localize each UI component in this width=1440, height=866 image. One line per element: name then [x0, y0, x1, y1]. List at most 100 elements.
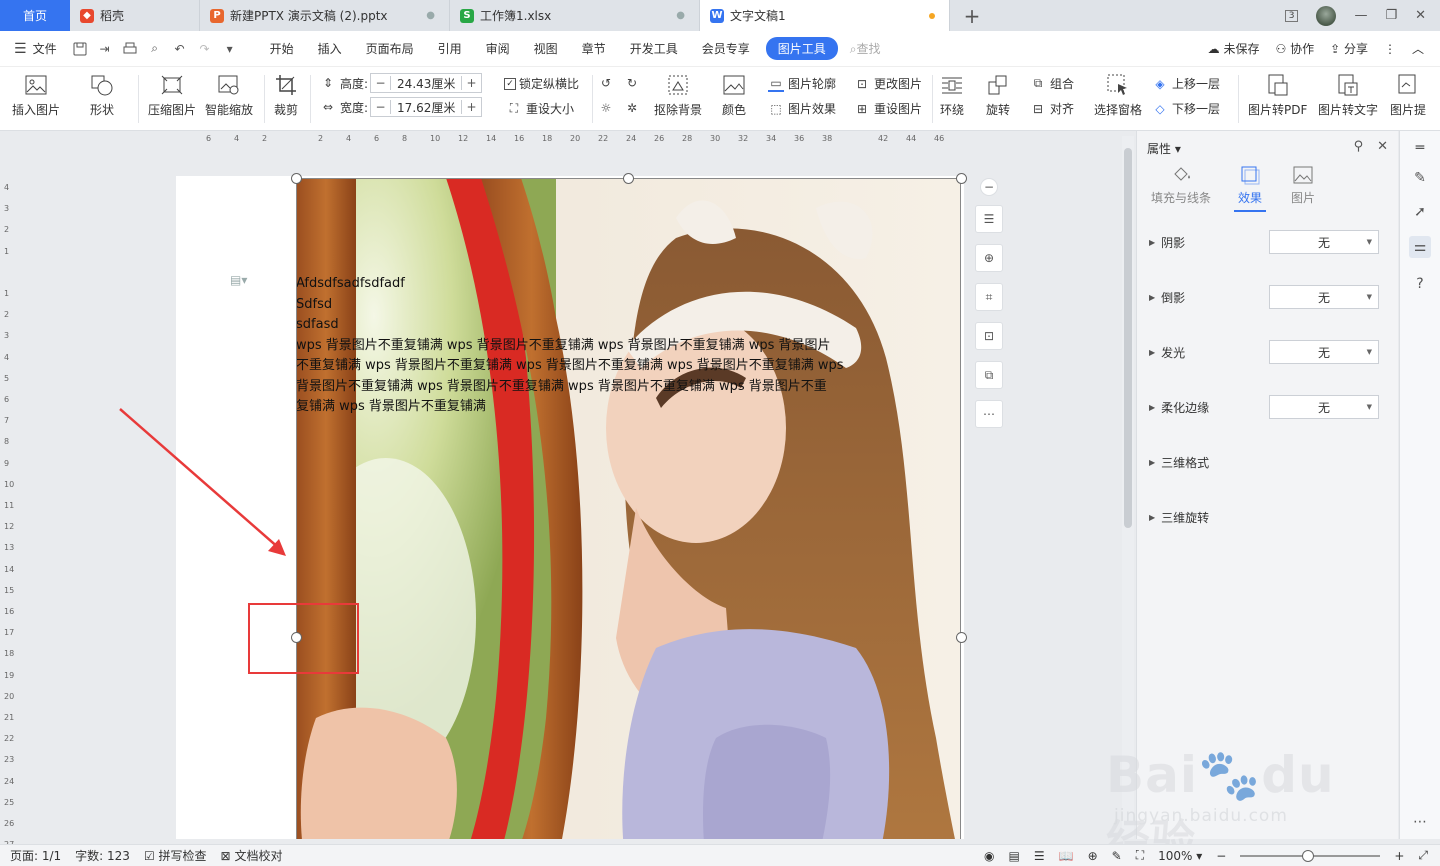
to-pdf-button[interactable]: 图片转PDF — [1248, 67, 1307, 118]
spell-check-button[interactable]: ☑ 拼写检查 — [144, 847, 207, 864]
close-panel-icon[interactable]: ✕ — [1377, 139, 1388, 154]
tab-close-dot-icon[interactable]: ● — [676, 10, 685, 21]
collapse-toolbar-icon[interactable]: − — [980, 178, 998, 196]
new-tab-button[interactable]: + — [950, 0, 994, 31]
prop-glow[interactable]: ▶ 发光 无 ▼ — [1149, 340, 1389, 364]
height-minus-button[interactable]: − — [371, 76, 392, 90]
height-plus-button[interactable]: + — [461, 76, 481, 90]
fit-page-icon[interactable]: ⛶ — [1136, 848, 1144, 863]
more-icon[interactable]: ⋮ — [1384, 42, 1396, 56]
width-plus-button[interactable]: + — [461, 100, 481, 114]
resize-handle-right[interactable] — [956, 632, 967, 643]
pin-icon[interactable]: ⚲ — [1354, 139, 1364, 154]
text-line[interactable]: wps 背景图片不重复铺满 wps 背景图片不重复铺满 wps 背景图片不重复铺… — [296, 336, 852, 357]
to-text-button[interactable]: 图片转文字 — [1318, 67, 1378, 118]
menu-developer[interactable]: 开发工具 — [618, 40, 690, 57]
bring-forward-button[interactable]: ◈ 上移一层 — [1152, 75, 1220, 92]
tab-home[interactable]: 首页 — [0, 0, 70, 31]
menu-file[interactable]: 文件 — [33, 40, 57, 57]
write-view-icon[interactable]: ✎ — [1112, 849, 1122, 863]
menu-member[interactable]: 会员专享 — [690, 40, 762, 57]
tab-xlsx[interactable]: S 工作簿1.xlsx ● — [450, 0, 700, 31]
insert-picture-button[interactable]: 插入图片 — [12, 67, 60, 118]
tab-daoke[interactable]: ◆ 稻壳 — [70, 0, 200, 31]
prop-select[interactable]: 无 ▼ — [1269, 285, 1379, 309]
picture-convert-icon[interactable]: ⧉ — [975, 361, 1003, 389]
prop-shadow[interactable]: ▶ 阴影 无 ▼ — [1149, 230, 1389, 254]
zoom-slider-knob[interactable] — [1302, 849, 1315, 862]
window-count-badge[interactable]: 3 — [1284, 9, 1299, 22]
minimize-icon[interactable]: — — [1354, 8, 1367, 23]
prop-reflection[interactable]: ▶ 倒影 无 ▼ — [1149, 285, 1389, 309]
more-options-icon[interactable]: ⋯ — [975, 400, 1003, 428]
resize-handle-top-right[interactable] — [956, 173, 967, 184]
text-line[interactable]: 复铺满 wps 背景图片不重复铺满 — [296, 397, 852, 418]
horizontal-ruler[interactable]: 6 4 2 2 4 6 8 10 12 14 16 18 20 22 24 26 28 30 32 34 36 38 42 4… — [176, 131, 1116, 149]
export-icon[interactable]: ⇥ — [96, 40, 114, 58]
collapse-ribbon-icon[interactable]: ︿ — [1412, 40, 1424, 57]
menu-start[interactable]: 开始 — [258, 40, 306, 57]
layout-options-icon[interactable]: ☰ — [975, 205, 1003, 233]
lock-ratio-checkbox[interactable]: ✓ 锁定纵横比 — [504, 75, 579, 92]
color-button[interactable]: 颜色 — [722, 67, 746, 118]
page-view-icon[interactable]: ▤ — [1009, 849, 1020, 863]
height-field[interactable]: − 24.43厘米 + — [370, 73, 483, 93]
menu-view[interactable]: 视图 — [522, 40, 570, 57]
unsaved-button[interactable]: ☁ 未保存 — [1208, 40, 1260, 57]
doc-proof-button[interactable]: ⊠ 文档校对 — [221, 847, 283, 864]
width-value[interactable]: 17.62厘米 — [391, 99, 461, 116]
scrollbar-thumb[interactable] — [1124, 148, 1132, 528]
group-button[interactable]: ⧉ 组合 — [1030, 75, 1074, 92]
undo-icon[interactable]: ↶ — [171, 40, 189, 58]
menu-section[interactable]: 章节 — [570, 40, 618, 57]
close-icon[interactable]: ✕ — [1415, 8, 1426, 23]
tab-picture[interactable]: 图片 — [1291, 164, 1315, 206]
rotate-left-button[interactable]: ↺ — [598, 75, 618, 91]
text-line[interactable]: 背景图片不重复铺满 wps 背景图片不重复铺满 wps 背景图片不重复铺满 wp… — [296, 377, 852, 398]
outline-view-icon[interactable]: ☰ — [1034, 849, 1045, 863]
brightness-button[interactable]: ☼ — [598, 100, 618, 116]
text-line[interactable]: 不重复铺满 wps 背景图片不重复铺满 wps 背景图片不重复铺满 wps 背景… — [296, 356, 852, 377]
tab-pptx[interactable]: P 新建PPTX 演示文稿 (2).pptx ● — [200, 0, 450, 31]
reset-size-button[interactable]: ⛶ 重设大小 — [506, 100, 574, 117]
change-picture-button[interactable]: ⊡ 更改图片 — [854, 75, 922, 92]
picture-to-text-icon[interactable]: ⊡ — [975, 322, 1003, 350]
avatar[interactable] — [1316, 5, 1337, 26]
vertical-ruler[interactable]: 4 3 2 1 1 2 3 4 5 6 7 8 9 10 11 12 13 14 15 16 17 18 19 20 21 22 2… — [0, 149, 18, 849]
zoom-level[interactable]: 100% ▾ — [1158, 849, 1202, 863]
quick-access-more-icon[interactable]: ▾ — [221, 40, 239, 58]
rotate-right-button[interactable]: ↻ — [624, 75, 644, 91]
fullscreen-icon[interactable]: ⤢ — [1418, 848, 1428, 863]
tab-close-dot-icon[interactable]: ● — [426, 10, 435, 21]
prop-3d-rotation[interactable]: ▶ 三维旋转 — [1149, 505, 1389, 529]
reset-picture-button[interactable]: ⊞ 重设图片 — [854, 100, 922, 117]
resize-handle-top[interactable] — [623, 173, 634, 184]
tab-fill-line[interactable]: 填充与线条 — [1151, 164, 1211, 206]
properties-icon[interactable]: ⚌ — [1409, 236, 1431, 258]
menu-picture-tools[interactable]: 图片工具 — [765, 37, 838, 60]
menu-review[interactable]: 审阅 — [474, 40, 522, 57]
outline-button[interactable]: ▭ 图片轮廓 — [768, 75, 836, 92]
smart-scale-button[interactable]: 智能缩放 — [205, 67, 253, 118]
zoom-in-icon[interactable]: + — [1394, 849, 1404, 863]
print-icon[interactable] — [121, 40, 139, 58]
effect-button[interactable]: ⬚ 图片效果 — [768, 100, 836, 117]
tab-effect[interactable]: 效果 — [1233, 164, 1267, 212]
rotate-button[interactable]: 旋转 — [986, 67, 1010, 118]
select-pane-button[interactable]: 选择窗格 — [1094, 67, 1142, 118]
menu-reference[interactable]: 引用 — [426, 40, 474, 57]
save-icon[interactable] — [71, 40, 89, 58]
wrap-button[interactable]: 环绕 — [940, 67, 964, 118]
more-tools-icon[interactable]: ⋯ — [1409, 811, 1431, 833]
height-value[interactable]: 24.43厘米 — [391, 75, 461, 92]
prop-3d-format[interactable]: ▶ 三维格式 — [1149, 450, 1389, 474]
contrast-button[interactable]: ✲ — [624, 100, 644, 116]
pen-icon[interactable]: ✎ — [1409, 167, 1431, 189]
width-minus-button[interactable]: − — [371, 100, 392, 114]
search-input[interactable]: ⌕查找 — [850, 40, 881, 57]
crop-button[interactable]: 裁剪 — [274, 67, 298, 118]
page-indicator[interactable]: 页面: 1/1 — [10, 847, 61, 864]
tab-doc-active[interactable]: W 文字文稿1 — [700, 0, 950, 31]
width-field[interactable]: − 17.62厘米 + — [370, 97, 483, 117]
zoom-picture-icon[interactable]: ⊕ — [975, 244, 1003, 272]
